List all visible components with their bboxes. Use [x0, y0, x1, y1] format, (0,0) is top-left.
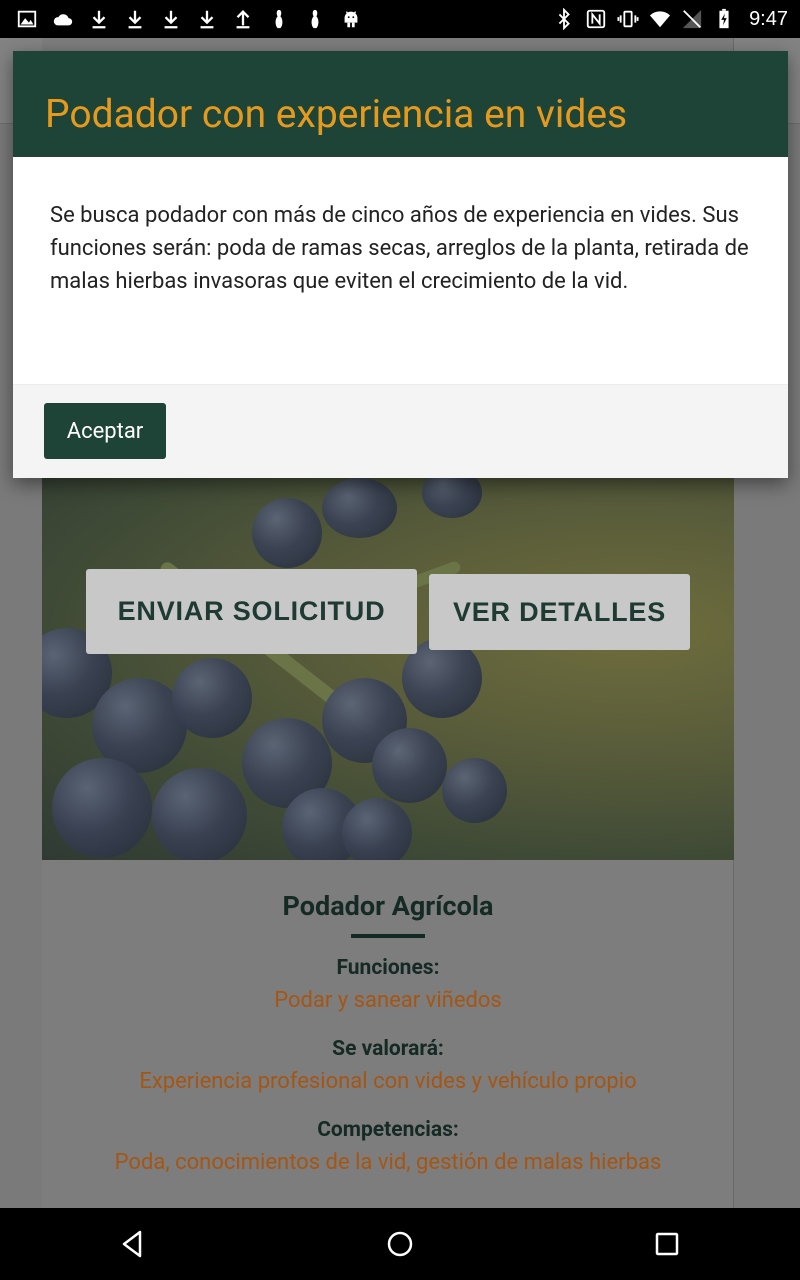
dialog-header: Podador con experiencia en vides — [13, 51, 788, 157]
job-title: Podador Agrícola — [282, 890, 494, 922]
job-dialog: Podador con experiencia en vides Se busc… — [13, 51, 788, 478]
valued-label: Se valorará: — [332, 1037, 444, 1061]
download-icon — [160, 8, 182, 30]
recents-icon — [655, 1232, 678, 1256]
accept-button[interactable]: Aceptar — [44, 403, 166, 459]
upload-icon — [232, 8, 254, 30]
dialog-title: Podador con experiencia en vides — [45, 91, 628, 137]
hero-image — [42, 478, 734, 860]
bowling-pin-icon — [268, 8, 290, 30]
skills-value: Poda, conocimientos de la vid, gestión d… — [114, 1150, 662, 1175]
view-details-button[interactable]: VER DETALLES — [429, 574, 690, 650]
title-underline — [351, 934, 425, 938]
functions-value: Podar y sanear viñedos — [274, 988, 502, 1013]
send-application-button[interactable]: ENVIAR SOLICITUD — [86, 569, 417, 654]
android-icon — [340, 8, 362, 30]
nfc-icon — [585, 8, 607, 30]
download-icon — [88, 8, 110, 30]
system-icons: 9:47 — [553, 8, 788, 31]
functions-label: Funciones: — [336, 956, 440, 980]
navigation-bar — [0, 1208, 800, 1280]
download-icon — [196, 8, 218, 30]
bluetooth-icon — [553, 8, 575, 30]
back-button[interactable] — [103, 1214, 163, 1274]
valued-value: Experiencia profesional con vides y vehí… — [139, 1069, 637, 1094]
bowling-pin-icon — [304, 8, 326, 30]
download-icon — [124, 8, 146, 30]
recents-button[interactable] — [637, 1214, 697, 1274]
battery-charging-icon — [713, 8, 735, 30]
clock: 9:47 — [749, 7, 788, 30]
notification-icons — [16, 8, 362, 30]
dialog-footer: Aceptar — [13, 384, 788, 478]
skills-label: Competencias: — [317, 1118, 459, 1142]
back-icon — [123, 1230, 142, 1258]
cloud-icon — [52, 8, 74, 30]
wifi-icon — [649, 8, 671, 30]
no-signal-icon — [681, 8, 703, 30]
status-bar: 9:47 — [0, 0, 800, 38]
dialog-body: Se busca podador con más de cinco años d… — [50, 203, 749, 294]
home-button[interactable] — [370, 1214, 430, 1274]
image-icon — [16, 8, 38, 30]
vibrate-icon — [617, 8, 639, 30]
home-icon — [387, 1231, 413, 1257]
job-info: Podador Agrícola Funciones: Podar y sane… — [42, 860, 734, 1199]
